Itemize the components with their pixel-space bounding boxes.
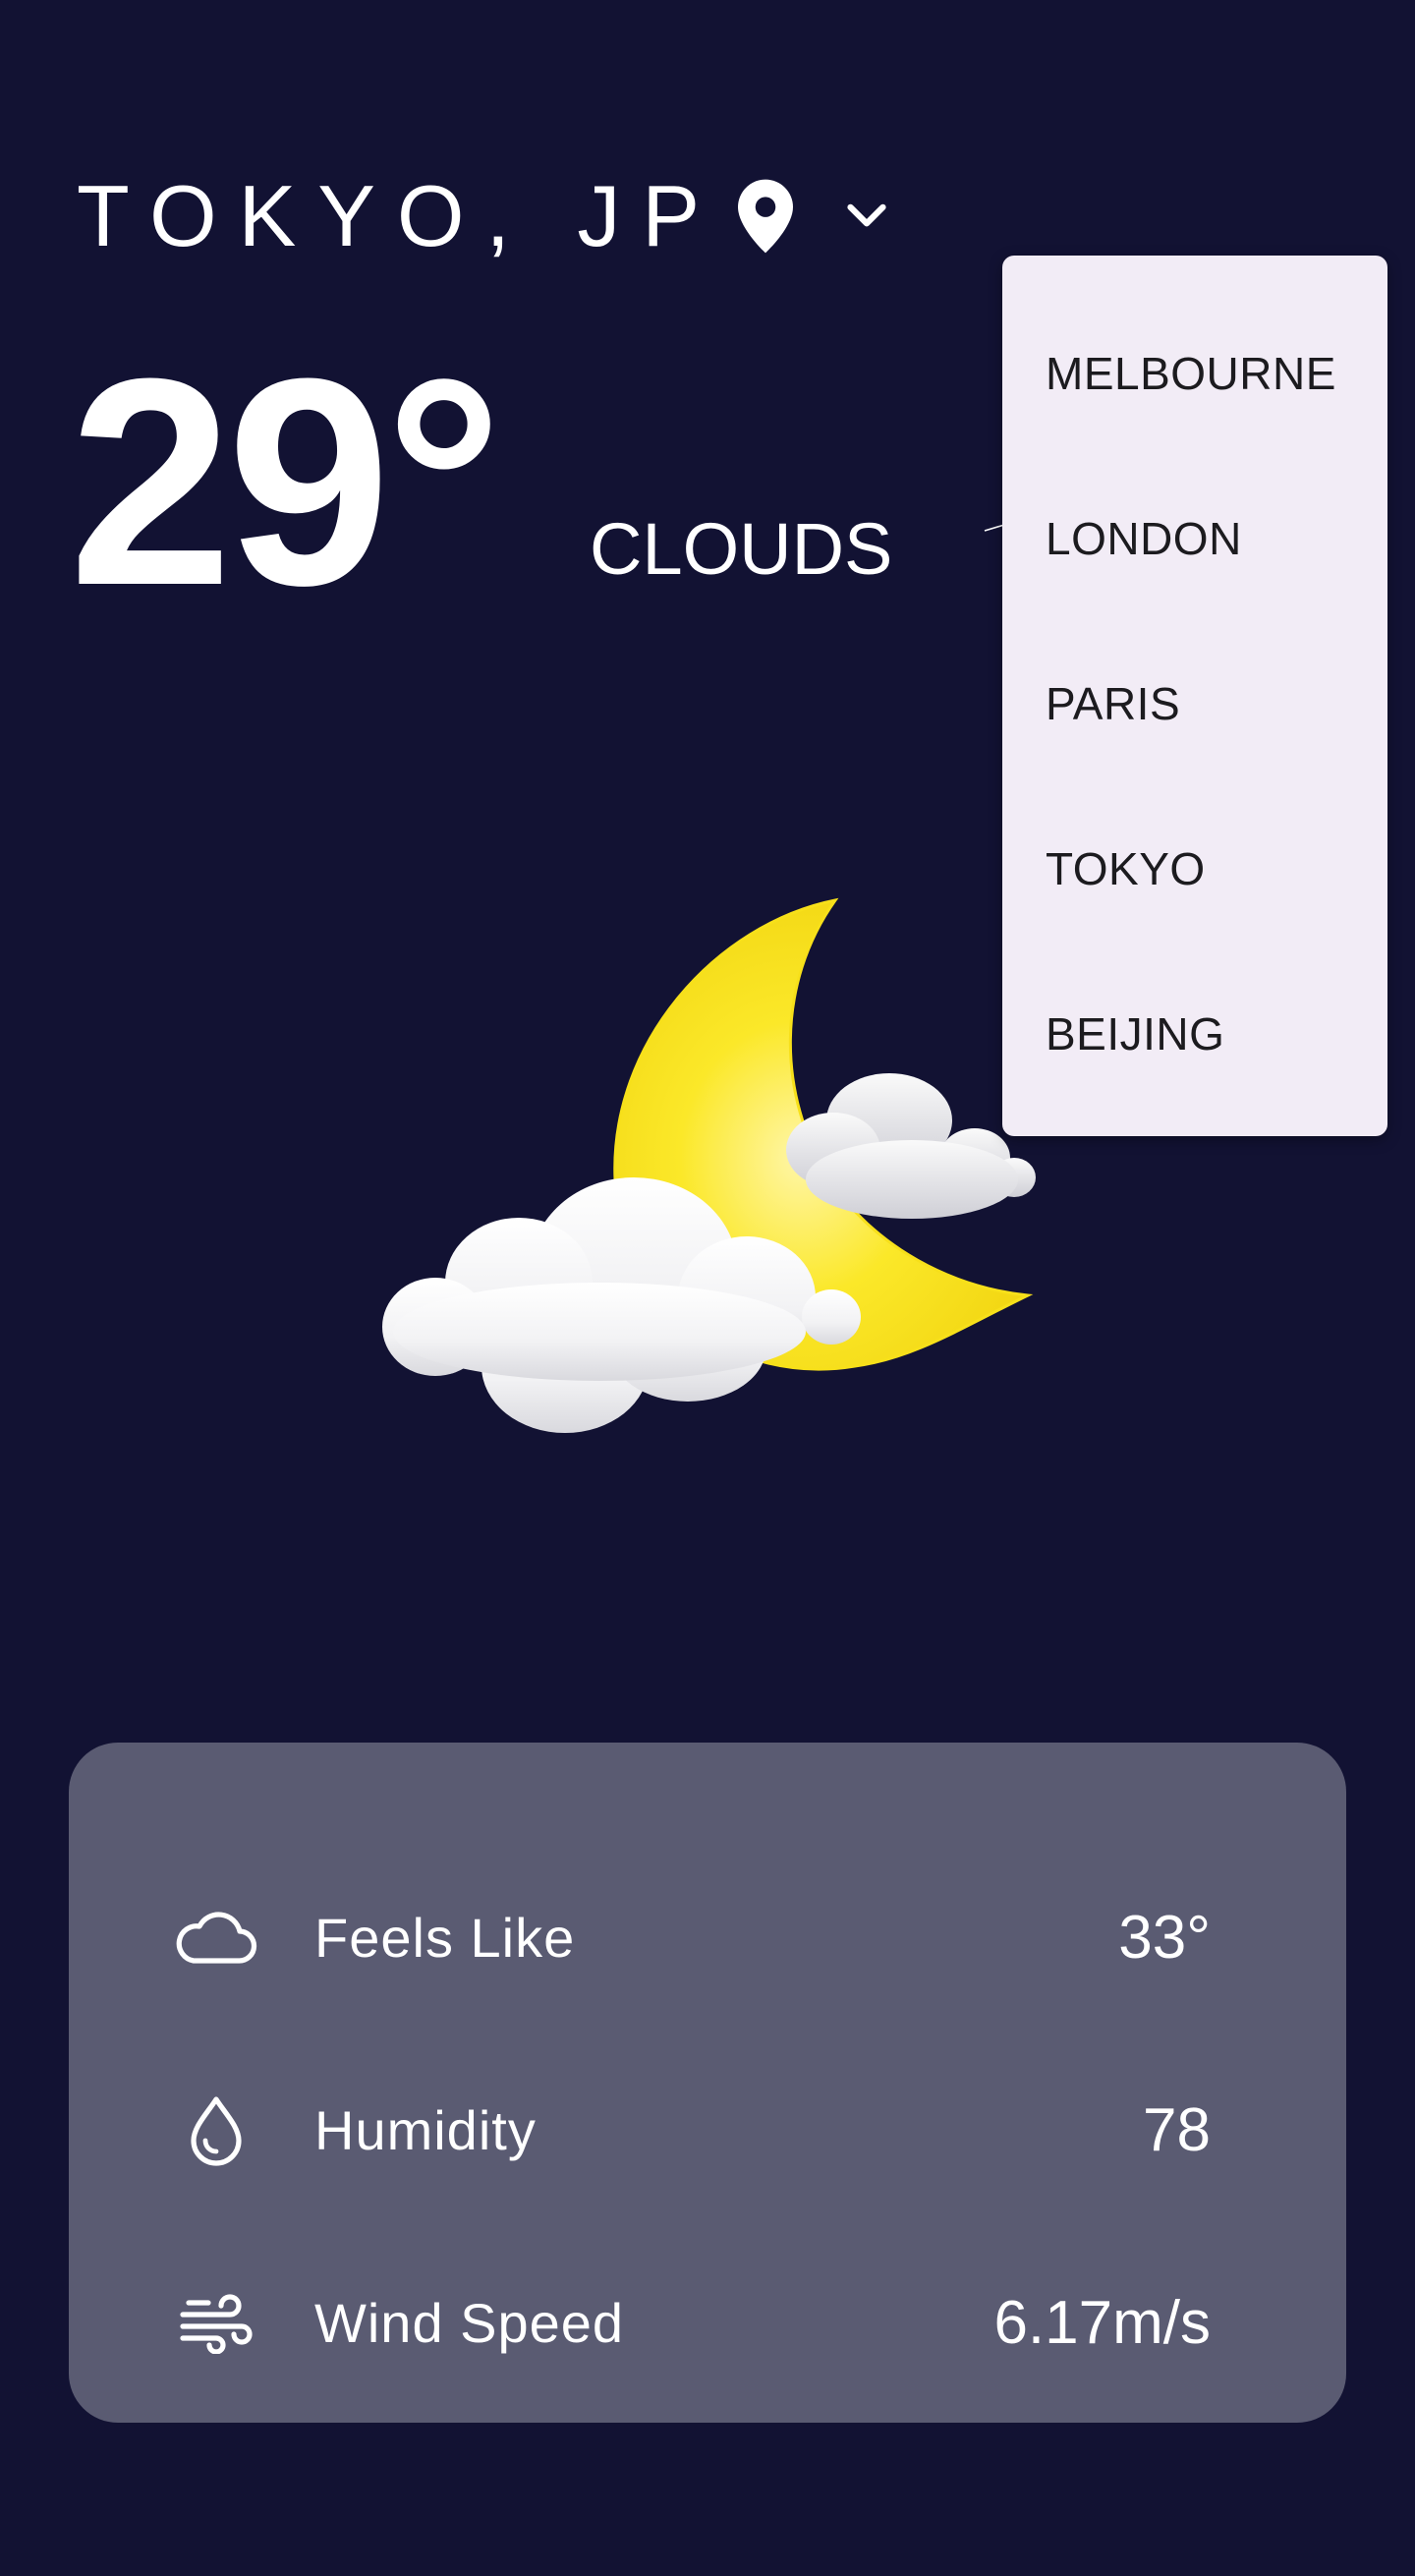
city-option-london[interactable]: LONDON [1002, 456, 1387, 621]
weather-stats-card: Feels Like 33° Humidity 78 Wind Speed 6.… [69, 1743, 1346, 2423]
city-option-beijing[interactable]: BEIJING [1002, 951, 1387, 1116]
moon-clouds-illustration [364, 885, 1071, 1474]
city-dropdown-menu: MELBOURNE LONDON PARIS TOKYO BEIJING [1002, 256, 1387, 1136]
stat-row-wind-speed: Wind Speed 6.17m/s [69, 2273, 1346, 2372]
location-pin-icon [735, 177, 796, 256]
cloud-icon [171, 1892, 261, 1982]
weather-condition: CLOUDS [590, 508, 893, 590]
city-option-tokyo[interactable]: TOKYO [1002, 786, 1387, 951]
droplet-icon [171, 2085, 261, 2175]
location-header: TOKYO, JP [77, 157, 896, 275]
stat-row-feels-like: Feels Like 33° [69, 1888, 1346, 1986]
chevron-down-icon[interactable] [837, 187, 896, 246]
stat-value: 33° [1118, 1903, 1211, 1972]
stat-row-humidity: Humidity 78 [69, 2081, 1346, 2179]
stat-label: Wind Speed [314, 2291, 625, 2354]
city-option-melbourne[interactable]: MELBOURNE [1002, 291, 1387, 456]
wind-icon [171, 2277, 261, 2368]
stat-value: 78 [1143, 2095, 1211, 2164]
city-option-paris[interactable]: PARIS [1002, 621, 1387, 786]
temperature-readout: 29° [69, 316, 503, 647]
stat-label: Humidity [314, 2098, 537, 2161]
location-title: TOKYO, JP [77, 167, 722, 264]
small-cloud-shape [786, 1073, 1036, 1219]
stat-value: 6.17m/s [993, 2288, 1211, 2357]
stat-label: Feels Like [314, 1906, 576, 1969]
